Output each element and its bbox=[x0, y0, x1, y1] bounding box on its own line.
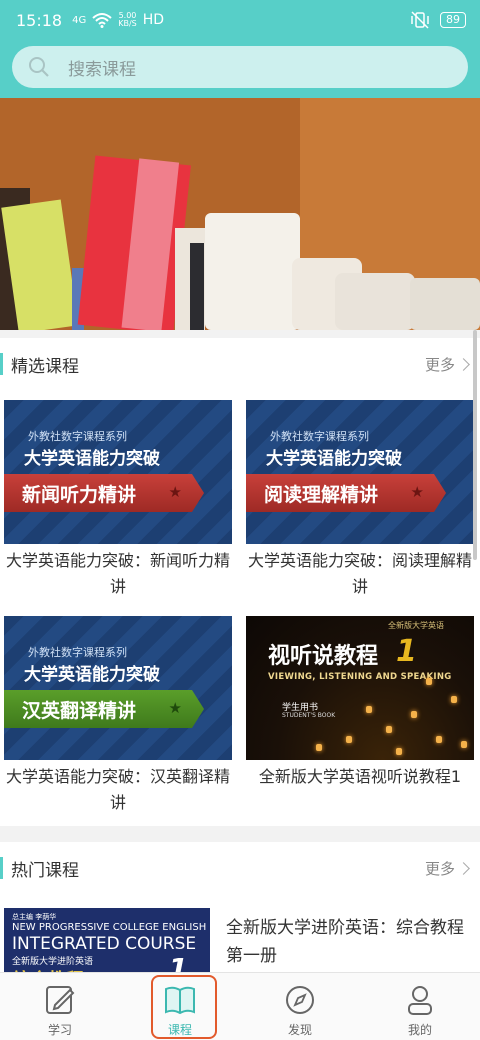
cover-editor: 总主编 李荫华 bbox=[12, 913, 57, 921]
featured-section: 精选课程 更多 外教社数字课程系列 大学英语能力突破 新闻听力精讲 ★ 大学英语… bbox=[0, 338, 480, 826]
ribbon-text: 新闻听力精讲 bbox=[22, 483, 137, 506]
section-accent-bar bbox=[0, 353, 3, 375]
course-card[interactable]: 外教社数字课程系列 大学英语能力突破 阅读理解精讲 ★ 大学英语能力突破：阅读理… bbox=[246, 400, 474, 616]
ribbon-text: 汉英翻译精讲 bbox=[22, 699, 137, 722]
tab-study[interactable]: 学习 bbox=[0, 973, 120, 1040]
network-type: 4G bbox=[72, 14, 87, 26]
tab-profile[interactable]: 我的 bbox=[360, 973, 480, 1040]
cover-english-title: VIEWING, LISTENING AND SPEAKING bbox=[268, 672, 452, 682]
course-cover: 外教社数字课程系列 大学英语能力突破 新闻听力精讲 ★ bbox=[4, 400, 232, 544]
course-card[interactable]: 外教社数字课程系列 大学英语能力突破 新闻听力精讲 ★ 大学英语能力突破：新闻听… bbox=[4, 400, 232, 616]
lantern bbox=[461, 741, 467, 748]
lantern bbox=[451, 696, 457, 703]
more-label: 更多 bbox=[424, 859, 455, 878]
cover-series: 外教社数字课程系列 bbox=[28, 646, 127, 659]
search-icon bbox=[28, 56, 50, 78]
featured-header: 精选课程 更多 bbox=[0, 338, 480, 390]
star-icon: ★ bbox=[410, 483, 424, 501]
lantern bbox=[366, 706, 372, 713]
course-title: 大学英语能力突破：汉英翻译精讲 bbox=[5, 767, 230, 812]
star-icon: ★ bbox=[168, 699, 182, 717]
cover-main-title: 大学英语能力突破 bbox=[24, 665, 160, 685]
tab-label: 课程 bbox=[167, 1023, 192, 1037]
featured-title: 精选课程 bbox=[11, 356, 79, 377]
compass-icon bbox=[286, 986, 314, 1014]
cover-main-title: 大学英语能力突破 bbox=[266, 449, 402, 469]
course-card[interactable]: 全新版大学英语 视听说教程 1 VIEWING, LISTENING AND S… bbox=[246, 616, 474, 832]
network-speed: 5.00 KB/S bbox=[118, 12, 137, 28]
wifi-icon bbox=[92, 13, 112, 28]
cover-main-title: 大学英语能力突破 bbox=[24, 449, 160, 469]
search-placeholder: 搜索课程 bbox=[68, 59, 136, 80]
status-time: 15:18 bbox=[16, 10, 63, 30]
speed-unit: KB/S bbox=[118, 19, 137, 28]
mute-vibrate-icon bbox=[411, 11, 429, 29]
hot-more-link[interactable]: 更多 bbox=[424, 858, 470, 879]
search-bar[interactable]: 搜索课程 bbox=[12, 46, 468, 88]
more-label: 更多 bbox=[424, 355, 455, 374]
lantern bbox=[426, 678, 432, 685]
user-icon bbox=[408, 986, 432, 1015]
network-indicator: 4G 5.00 KB/S HD bbox=[72, 12, 164, 28]
course-cover: 外教社数字课程系列 大学英语能力突破 阅读理解精讲 ★ bbox=[246, 400, 474, 544]
cover-subtitle-en: STUDENT'S BOOK bbox=[282, 712, 336, 719]
tab-discover[interactable]: 发现 bbox=[240, 973, 360, 1040]
course-title: 全新版大学英语视听说教程1 bbox=[258, 767, 462, 786]
cover-english-title: NEW PROGRESSIVE COLLEGE ENGLISH bbox=[12, 922, 207, 933]
tab-label: 学习 bbox=[47, 1023, 72, 1037]
banner-image[interactable] bbox=[0, 98, 480, 330]
lantern bbox=[396, 748, 402, 755]
hot-section: 热门课程 更多 总主编 李荫华 NEW PROGRESSIVE COLLEGE … bbox=[0, 842, 480, 988]
cover-series: 外教社数字课程系列 bbox=[28, 430, 127, 443]
lantern bbox=[346, 736, 352, 743]
scrollbar[interactable] bbox=[473, 330, 477, 560]
tab-label: 我的 bbox=[407, 1023, 432, 1037]
cover-series: 全新版大学英语 bbox=[388, 621, 444, 630]
banner-photo bbox=[0, 98, 480, 330]
cover-course-name: INTEGRATED COURSE bbox=[12, 934, 197, 954]
bottom-tab-bar: 学习 课程 发现 我的 bbox=[0, 972, 480, 1040]
ribbon-text: 阅读理解精讲 bbox=[264, 483, 379, 506]
battery-indicator: 89 bbox=[440, 12, 466, 28]
course-cover: 外教社数字课程系列 大学英语能力突破 汉英翻译精讲 ★ bbox=[4, 616, 232, 760]
chevron-right-icon bbox=[457, 861, 470, 875]
cover-ribbon: 汉英翻译精讲 ★ bbox=[4, 690, 204, 728]
hot-header: 热门课程 更多 bbox=[0, 842, 480, 894]
cover-volume-number: 1 bbox=[396, 634, 417, 669]
status-bar: 15:18 4G 5.00 KB/S HD 89 bbox=[0, 0, 480, 40]
cover-main-title: 视听说教程 bbox=[268, 644, 379, 669]
cover-ribbon: 阅读理解精讲 ★ bbox=[246, 474, 446, 512]
course-card[interactable]: 外教社数字课程系列 大学英语能力突破 汉英翻译精讲 ★ 大学英语能力突破：汉英翻… bbox=[4, 616, 232, 832]
lantern bbox=[411, 711, 417, 718]
cover-ribbon: 新闻听力精讲 ★ bbox=[4, 474, 204, 512]
course-cover: 全新版大学英语 视听说教程 1 VIEWING, LISTENING AND S… bbox=[246, 616, 474, 760]
tab-courses[interactable]: 课程 bbox=[120, 973, 240, 1040]
cover-series: 外教社数字课程系列 bbox=[270, 430, 369, 443]
edit-icon bbox=[46, 986, 75, 1014]
header: 15:18 4G 5.00 KB/S HD 89 搜索课程 bbox=[0, 0, 480, 98]
lantern bbox=[316, 744, 322, 751]
course-title: 大学英语能力突破：阅读理解精讲 bbox=[247, 551, 472, 596]
lantern bbox=[386, 726, 392, 733]
featured-more-link[interactable]: 更多 bbox=[424, 354, 470, 375]
star-icon: ★ bbox=[168, 483, 182, 501]
chevron-right-icon bbox=[457, 357, 470, 371]
course-title: 大学英语能力突破：新闻听力精讲 bbox=[5, 551, 230, 596]
tab-label: 发现 bbox=[287, 1023, 312, 1037]
hot-title: 热门课程 bbox=[11, 860, 79, 881]
hd-label: HD bbox=[142, 12, 165, 28]
lantern bbox=[436, 736, 442, 743]
book-icon bbox=[165, 986, 195, 1015]
section-accent-bar bbox=[0, 857, 3, 879]
